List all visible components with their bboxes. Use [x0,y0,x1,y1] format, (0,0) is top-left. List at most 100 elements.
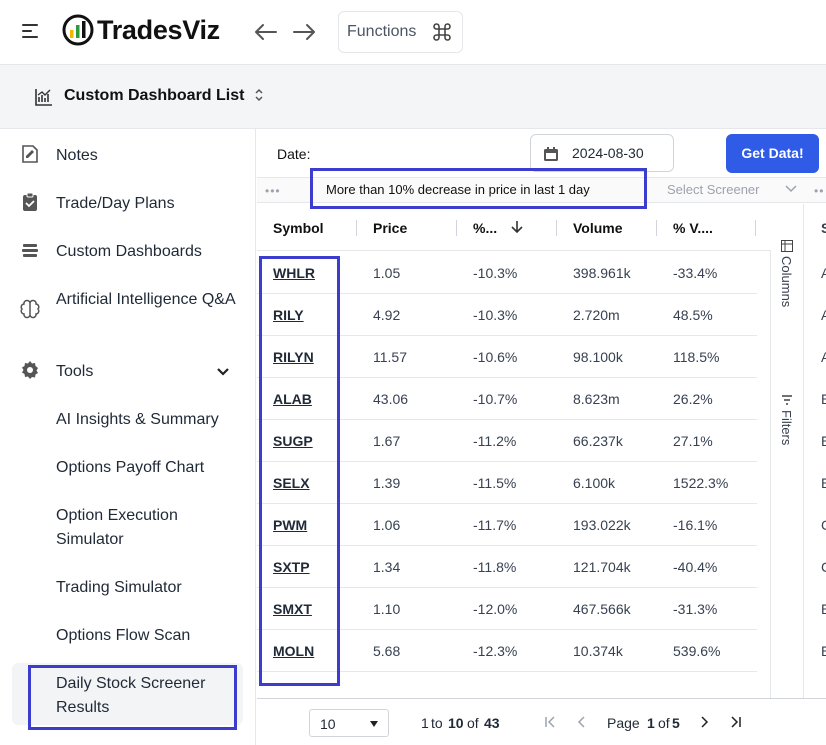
cell-volume: 467.566k [573,601,631,617]
overflow-cell: E [821,475,826,491]
cell-price: 1.05 [373,265,401,281]
column-separator[interactable] [556,220,557,236]
column-separator[interactable] [356,220,357,236]
cell-price: 1.67 [373,433,401,449]
page-size-select[interactable]: 10 [309,709,389,737]
sidebar-item-option-execution-simulator[interactable]: Option Execution Simulator [56,504,236,552]
pagination: 10 1 to 10 of 43 Page 1 of 5 [257,698,826,745]
cell-symbol[interactable]: SUGP [273,433,313,449]
cell-symbol[interactable]: PWM [273,517,307,533]
table-row[interactable]: RILY 4.92 -10.3% 2.720m 48.5% [257,294,757,336]
page-word: Page [607,715,640,731]
range-of: of [467,715,479,731]
select-screener-dropdown[interactable]: Select Screener [667,182,760,197]
date-value: 2024-08-30 [572,145,644,161]
cell-price: 43.06 [373,391,409,407]
table-row[interactable]: SUGP 1.67 -11.2% 66.237k 27.1% [257,420,757,462]
filters-tab[interactable]: Filters [779,394,794,445]
cell-volume-change: 27.1% [673,433,713,449]
cell-symbol[interactable]: RILY [273,307,304,323]
cell-change: -12.3% [473,643,518,659]
filters-label: Filters [779,410,794,446]
date-input[interactable]: 2024-08-30 [530,134,674,172]
column-separator[interactable] [656,220,657,236]
column-header-volume[interactable]: Volume [573,220,623,236]
brain-icon [20,299,40,319]
cell-symbol[interactable]: MOLN [273,643,314,659]
cell-symbol[interactable]: WHLR [273,265,315,281]
cell-symbol[interactable]: ALAB [273,391,312,407]
screener-description: More than 10% decrease in price in last … [326,182,590,197]
sort-descending-icon[interactable] [511,220,523,234]
column-separator[interactable] [755,220,756,236]
cell-symbol[interactable]: RILYN [273,349,314,365]
cell-price: 11.57 [373,349,407,365]
results-grid: Symbol Price %... Volume % V.... WHLR 1.0… [257,204,771,698]
sidebar-item-label: Custom Dashboards [56,243,202,260]
first-page-icon[interactable] [544,716,556,728]
sidebar-item-options-flow-scan[interactable]: Options Flow Scan [56,624,236,648]
sidebar-item-options-payoff-chart[interactable]: Options Payoff Chart [56,456,236,480]
app-name: TradesViz [97,14,220,45]
functions-button[interactable]: Functions [338,11,463,53]
column-separator[interactable] [456,220,457,236]
page-current: 1 [647,715,655,731]
sidebar-item-label: Artificial Intelligence Q&A [56,291,236,308]
chevron-down-icon[interactable] [785,185,797,193]
column-header-price[interactable]: Price [373,220,407,236]
sidebar-item-daily-stock-screener[interactable]: Daily Stock Screener Results [56,672,236,720]
overflow-cell: E [821,391,826,407]
forward-arrow-icon[interactable] [292,20,318,44]
range-start: 1 [421,715,429,731]
cell-volume: 66.237k [573,433,623,449]
drag-handle-icon[interactable]: ••• [265,184,281,198]
table-row[interactable]: MOLN 5.68 -12.3% 10.374k 539.6% [257,630,757,672]
cell-volume-change: -31.3% [673,601,718,617]
cell-symbol[interactable]: SXTP [273,559,310,575]
cell-volume: 8.623m [573,391,620,407]
chevron-down-icon[interactable] [216,367,230,377]
cell-change: -11.8% [473,559,517,575]
next-page-icon[interactable] [698,716,710,728]
columns-tab[interactable]: Columns [779,240,794,307]
range-to: to [431,715,443,731]
table-row[interactable]: WHLR 1.05 -10.3% 398.961k -33.4% [257,252,757,294]
sidebar-item-trading-simulator[interactable]: Trading Simulator [56,576,236,600]
drag-handle-icon[interactable]: •• [814,184,824,198]
table-row[interactable]: SXTP 1.34 -11.8% 121.704k -40.4% [257,546,757,588]
sidebar: Notes Trade/Day Plans Custom Dashboards … [0,129,256,745]
top-bar: TradesViz Functions [0,0,826,65]
cell-volume-change: 539.6% [673,643,721,659]
sidebar-item-ai-insights[interactable]: AI Insights & Summary [56,408,236,432]
table-row[interactable]: RILYN 11.57 -10.6% 98.100k 118.5% [257,336,757,378]
app-logo[interactable]: TradesViz [62,14,220,46]
cell-volume-change: 118.5% [673,349,720,365]
sidebar-item-label: Trade/Day Plans [56,195,175,212]
cell-change: -11.2% [473,433,517,449]
cell-price: 1.06 [373,517,401,533]
dashboard-selector[interactable]: Custom Dashboard List [64,87,244,105]
cell-symbol[interactable]: SELX [273,475,310,491]
cell-change: -11.5% [473,475,517,491]
back-arrow-icon[interactable] [252,20,278,44]
cell-symbol[interactable]: SMXT [273,601,312,617]
menu-icon[interactable] [22,24,40,40]
last-page-icon[interactable] [730,716,742,728]
table-row[interactable]: SELX 1.39 -11.5% 6.100k 1522.3% [257,462,757,504]
table-row[interactable]: SMXT 1.10 -12.0% 467.566k -31.3% [257,588,757,630]
cell-change: -10.6% [473,349,518,365]
cell-volume-change: 48.5% [673,307,713,323]
sidebar-item-label: Notes [56,147,98,164]
previous-page-icon[interactable] [576,716,588,728]
column-header-change[interactable]: %... [473,220,497,236]
column-header-symbol[interactable]: Symbol [273,220,324,236]
cell-change: -10.3% [473,307,518,323]
get-data-button[interactable]: Get Data! [726,134,819,173]
column-header-volume-change[interactable]: % V.... [673,220,713,236]
table-row[interactable]: ALAB 43.06 -10.7% 8.623m 26.2% [257,378,757,420]
updown-caret-icon[interactable] [254,87,264,103]
table-row[interactable]: PWM 1.06 -11.7% 193.022k -16.1% [257,504,757,546]
chart-line-icon [35,89,52,106]
screener-bar: ••• More than 10% decrease in price in l… [257,177,826,203]
cell-volume-change: -40.4% [673,559,718,575]
